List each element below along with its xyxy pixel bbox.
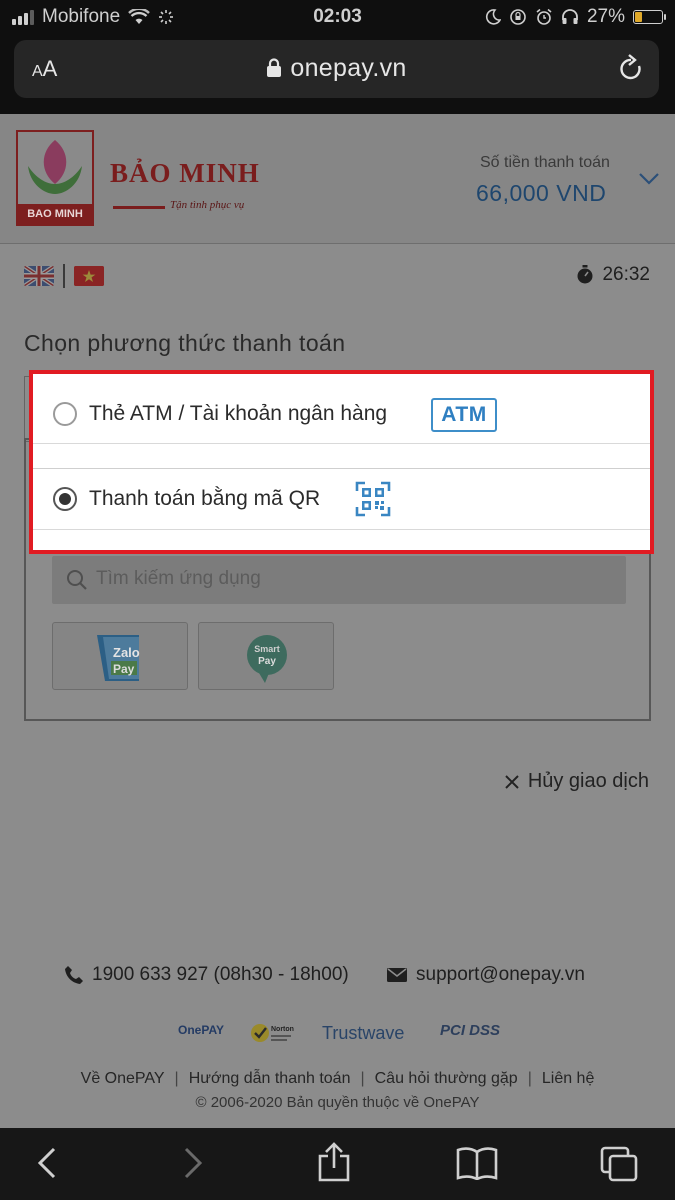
browser-chrome: AA onepay.vn <box>0 36 675 114</box>
battery-icon <box>633 10 666 24</box>
option-atm-label: Thẻ ATM / Tài khoản ngân hàng <box>89 402 388 425</box>
merchant-brand-name: BẢO MINH <box>110 158 260 188</box>
brand-underline <box>113 206 165 209</box>
rotation-lock-icon <box>510 9 526 25</box>
share-icon[interactable] <box>316 1142 352 1182</box>
headphones-icon <box>562 9 578 24</box>
payment-page: BAO MINH BẢO MINH Tận tình phục vụ Số ti… <box>0 114 675 1128</box>
flag-en-icon[interactable] <box>24 266 54 286</box>
cancel-transaction-button[interactable]: Hủy giao dịch <box>504 770 649 793</box>
support-phone[interactable]: 1900 633 927 (08h30 - 18h00) <box>64 964 349 986</box>
atm-badge: ATM <box>431 398 497 432</box>
trust-badges: OnePAY Norton Trustwave PCI DSS <box>178 1020 508 1048</box>
footer-link-guide[interactable]: Hướng dẫn thanh toán <box>189 1070 351 1087</box>
stopwatch-icon <box>577 265 593 284</box>
address-bar[interactable]: AA onepay.vn <box>14 40 659 98</box>
svg-text:Smart: Smart <box>254 644 280 654</box>
svg-text:Zalo: Zalo <box>113 645 140 660</box>
flag-divider <box>63 264 65 288</box>
browser-toolbar <box>0 1128 675 1200</box>
radio-qr-selected[interactable] <box>53 487 77 511</box>
support-contact: 1900 633 927 (08h30 - 18h00) support@one… <box>64 964 624 990</box>
search-icon <box>67 570 87 590</box>
section-title: Chọn phương thức thanh toán <box>24 330 346 356</box>
svg-text:Pay: Pay <box>258 656 276 667</box>
bookmarks-icon[interactable] <box>456 1146 498 1180</box>
forward-icon[interactable] <box>182 1146 204 1180</box>
back-icon[interactable] <box>36 1146 58 1180</box>
footer-link-faq[interactable]: Câu hỏi thường gặp <box>375 1070 518 1087</box>
mail-icon <box>387 968 407 982</box>
support-email[interactable]: support@onepay.vn <box>386 964 585 986</box>
battery-percent: 27% <box>586 6 625 27</box>
reload-icon[interactable] <box>617 54 645 84</box>
flag-vi-icon[interactable] <box>74 266 104 286</box>
url-text: onepay.vn <box>290 54 407 82</box>
countdown-timer: 26:32 <box>576 264 650 286</box>
amount-value: 66,000 VND <box>476 180 607 206</box>
trustwave-badge: Trustwave <box>322 1023 405 1043</box>
option-qr[interactable]: Thanh toán bằng mã QR <box>33 468 650 530</box>
onepay-badge: OnePAY <box>178 1023 225 1037</box>
moon-icon <box>485 9 501 25</box>
close-icon <box>505 774 519 789</box>
search-input-placeholder: Tìm kiếm ứng dụng <box>96 568 261 589</box>
status-bar: Mobifone 02:03 27% <box>0 0 675 36</box>
chevron-down-icon[interactable] <box>638 172 660 186</box>
svg-text:Norton: Norton <box>271 1026 294 1033</box>
footer-link-contact[interactable]: Liên hệ <box>542 1070 595 1087</box>
merchant-tagline: Tận tình phục vụ <box>170 199 245 211</box>
merchant-header: BAO MINH BẢO MINH Tận tình phục vụ Số ti… <box>0 114 675 244</box>
pci-dss-badge: PCI DSS <box>440 1022 501 1039</box>
radio-atm[interactable] <box>53 402 77 426</box>
qr-code-icon <box>355 481 391 517</box>
footer-links: Về OnePAY | Hướng dẫn thanh toán | Câu hỏi t… <box>80 1070 595 1087</box>
copyright: © 2006-2020 Bản quyền thuộc về OnePAY <box>195 1094 480 1111</box>
tabs-icon[interactable] <box>600 1146 640 1182</box>
language-row: 26:32 <box>24 264 650 288</box>
norton-badge: Norton <box>251 1024 294 1042</box>
merchant-logo: BAO MINH <box>16 130 94 226</box>
alarm-icon <box>536 8 552 25</box>
payment-options-highlight: Thẻ ATM / Tài khoản ngân hàng ATM Thanh … <box>29 370 654 554</box>
lock-icon <box>267 58 282 77</box>
option-atm[interactable]: Thẻ ATM / Tài khoản ngân hàng ATM <box>33 380 650 444</box>
svg-text:Pay: Pay <box>113 662 135 676</box>
zalopay-icon: Zalo Pay <box>97 635 140 681</box>
lotus-icon <box>28 140 82 194</box>
app-tile-zalopay[interactable]: Zalo Pay <box>52 622 188 690</box>
option-qr-label: Thanh toán bằng mã QR <box>89 487 321 510</box>
app-tile-smartpay[interactable]: Smart Pay <box>198 622 334 690</box>
phone-icon <box>65 966 83 984</box>
footer-link-about[interactable]: Về OnePAY <box>81 1070 165 1087</box>
amount-label: Số tiền thanh toán <box>480 154 610 171</box>
smartpay-icon: Smart Pay <box>247 635 287 683</box>
app-search-box[interactable]: Tìm kiếm ứng dụng <box>52 556 626 604</box>
